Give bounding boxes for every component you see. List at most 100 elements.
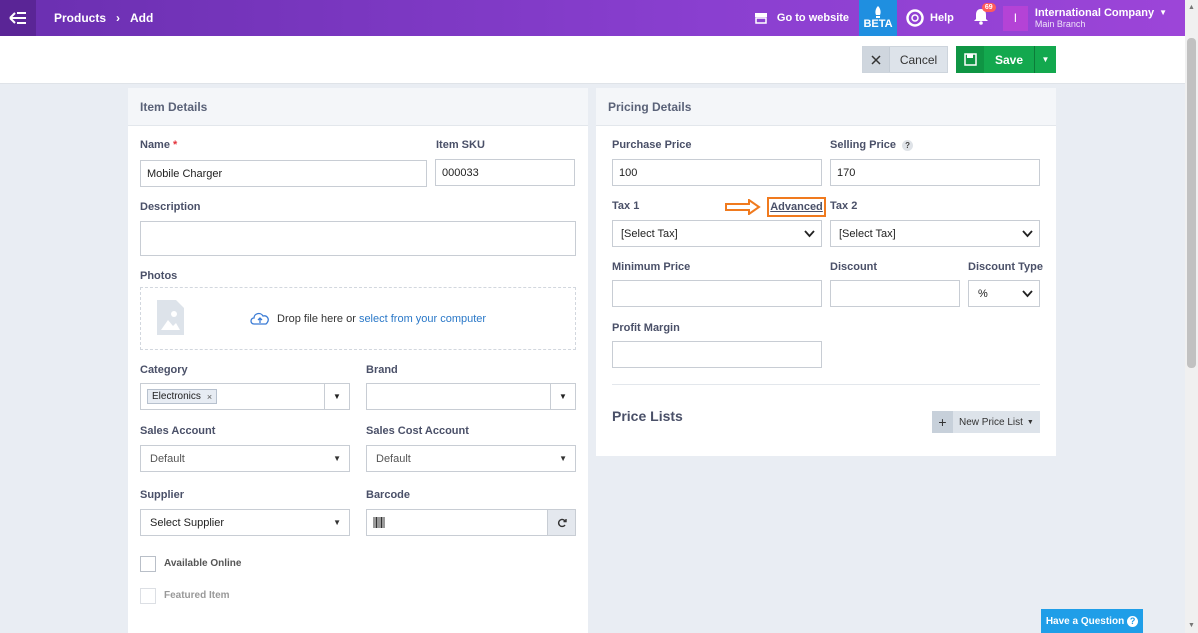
- scroll-up-icon[interactable]: ▲: [1188, 4, 1195, 11]
- barcode-label: Barcode: [366, 489, 411, 501]
- featured-item-checkbox[interactable]: [140, 588, 156, 604]
- photo-dropzone[interactable]: Drop file here or select from your compu…: [140, 287, 576, 350]
- floppy-disk-icon: [956, 46, 984, 73]
- new-price-list-label: New Price List: [959, 416, 1023, 428]
- tax2-label: Tax 2: [830, 200, 858, 212]
- caret-down-icon: ▼: [333, 518, 341, 527]
- help-label: Help: [930, 12, 954, 24]
- brand-label: Brand: [366, 364, 398, 376]
- barcode-icon: [373, 517, 385, 528]
- tax1-label: Tax 1: [612, 200, 640, 212]
- selling-price-input[interactable]: 170: [830, 159, 1040, 186]
- tax2-value: [Select Tax]: [839, 227, 896, 240]
- breadcrumb-products[interactable]: Products: [54, 11, 106, 25]
- category-select[interactable]: Electronics × ▼: [140, 383, 350, 410]
- beta-button[interactable]: BETA: [859, 0, 898, 36]
- save-label: Save: [994, 52, 1024, 67]
- scroll-down-icon[interactable]: ▼: [1188, 622, 1195, 629]
- go-to-website-link[interactable]: Go to website: [754, 12, 849, 24]
- category-tag-label: Electronics: [152, 391, 201, 402]
- cancel-label: Cancel: [899, 52, 938, 67]
- description-textarea[interactable]: [140, 221, 576, 256]
- price-lists-title: Price Lists: [612, 408, 683, 424]
- cloud-upload-icon: [250, 312, 269, 325]
- branch-name: Main Branch: [1034, 18, 1086, 29]
- help-question-icon[interactable]: ?: [902, 140, 914, 151]
- caret-down-icon: ▼: [559, 454, 567, 463]
- supplier-label: Supplier: [140, 489, 185, 501]
- discount-label: Discount: [830, 261, 878, 273]
- category-label: Category: [140, 364, 188, 376]
- minimum-price-label: Minimum Price: [612, 261, 691, 273]
- back-menu-button[interactable]: [0, 0, 36, 36]
- caret-down-icon: ▼: [324, 384, 349, 409]
- store-icon: [754, 13, 767, 24]
- caret-down-icon: ▼: [1159, 7, 1167, 17]
- help-button[interactable]: Help: [906, 9, 954, 27]
- action-bar: Cancel Save ▼: [0, 36, 1185, 84]
- cancel-button[interactable]: Cancel: [862, 46, 948, 73]
- purchase-price-label: Purchase Price: [612, 139, 692, 151]
- select-from-computer-link[interactable]: select from your computer: [359, 313, 486, 325]
- pricing-details-title: Pricing Details: [596, 88, 1056, 126]
- barcode-input[interactable]: [366, 509, 576, 536]
- arrow-right-icon: [725, 199, 761, 215]
- sku-label: Item SKU: [436, 139, 485, 151]
- chevron-right-icon: ›: [116, 11, 121, 25]
- advanced-link[interactable]: Advanced: [767, 197, 826, 217]
- photos-label: Photos: [140, 270, 178, 282]
- rocket-icon: [875, 6, 881, 18]
- save-dropdown-toggle[interactable]: ▼: [1034, 46, 1056, 73]
- have-a-question-button[interactable]: Have a Question ?: [1041, 609, 1143, 633]
- purchase-price-input[interactable]: 100: [612, 159, 822, 186]
- regenerate-barcode-button[interactable]: [547, 510, 575, 535]
- lifebuoy-icon: [906, 9, 924, 27]
- chevron-down-icon: [1022, 290, 1033, 298]
- divider: [612, 384, 1040, 385]
- discount-type-select[interactable]: %: [968, 280, 1040, 307]
- minimum-price-input[interactable]: [612, 280, 822, 307]
- company-switcher[interactable]: I International Company Main Branch ▼: [1002, 5, 1167, 31]
- sales-cost-account-label: Sales Cost Account: [366, 425, 469, 437]
- item-details-title: Item Details: [128, 88, 588, 126]
- tax2-select[interactable]: [Select Tax]: [830, 220, 1040, 247]
- name-label: Name *: [140, 139, 178, 151]
- selling-price-label: Selling Price ?: [830, 139, 914, 151]
- have-a-question-label: Have a Question: [1045, 615, 1125, 627]
- supplier-value: Select Supplier: [150, 516, 224, 529]
- remove-tag-icon[interactable]: ×: [207, 392, 212, 402]
- avatar: I: [1002, 5, 1028, 31]
- supplier-select[interactable]: Select Supplier ▼: [140, 509, 350, 536]
- close-icon: [863, 47, 890, 72]
- beta-label: BETA: [863, 18, 893, 30]
- question-icon: ?: [1127, 615, 1139, 627]
- caret-down-icon: ▼: [1026, 418, 1034, 426]
- plus-icon: +: [932, 411, 953, 433]
- featured-item-label: Featured Item: [164, 590, 230, 601]
- scrollbar-thumb[interactable]: [1187, 38, 1196, 368]
- tax1-value: [Select Tax]: [621, 227, 678, 240]
- breadcrumb-add: Add: [130, 11, 154, 25]
- save-button[interactable]: Save ▼: [956, 46, 1056, 73]
- sales-account-value: Default: [150, 452, 185, 465]
- company-name: International Company: [1034, 6, 1155, 19]
- discount-type-value: %: [978, 287, 988, 300]
- available-online-checkbox[interactable]: [140, 556, 156, 572]
- brand-select[interactable]: ▼: [366, 383, 576, 410]
- category-tag: Electronics ×: [147, 389, 218, 404]
- sales-cost-account-select[interactable]: Default ▼: [366, 445, 576, 472]
- notifications-button[interactable]: 69: [973, 3, 996, 28]
- sku-input[interactable]: 000033: [435, 159, 575, 186]
- profit-margin-label: Profit Margin: [612, 322, 680, 334]
- refresh-icon: [557, 518, 567, 527]
- profit-margin-input[interactable]: [612, 341, 822, 368]
- sales-cost-account-value: Default: [376, 452, 411, 465]
- page-scrollbar[interactable]: ▲ ▼: [1185, 0, 1198, 633]
- name-input[interactable]: Mobile Charger: [140, 160, 427, 187]
- caret-down-icon: ▼: [1041, 55, 1050, 64]
- tax1-select[interactable]: [Select Tax]: [612, 220, 822, 247]
- menu-back-icon: [9, 12, 26, 24]
- discount-input[interactable]: [830, 280, 960, 307]
- sales-account-select[interactable]: Default ▼: [140, 445, 350, 472]
- new-price-list-button[interactable]: + New Price List ▼: [932, 411, 1040, 433]
